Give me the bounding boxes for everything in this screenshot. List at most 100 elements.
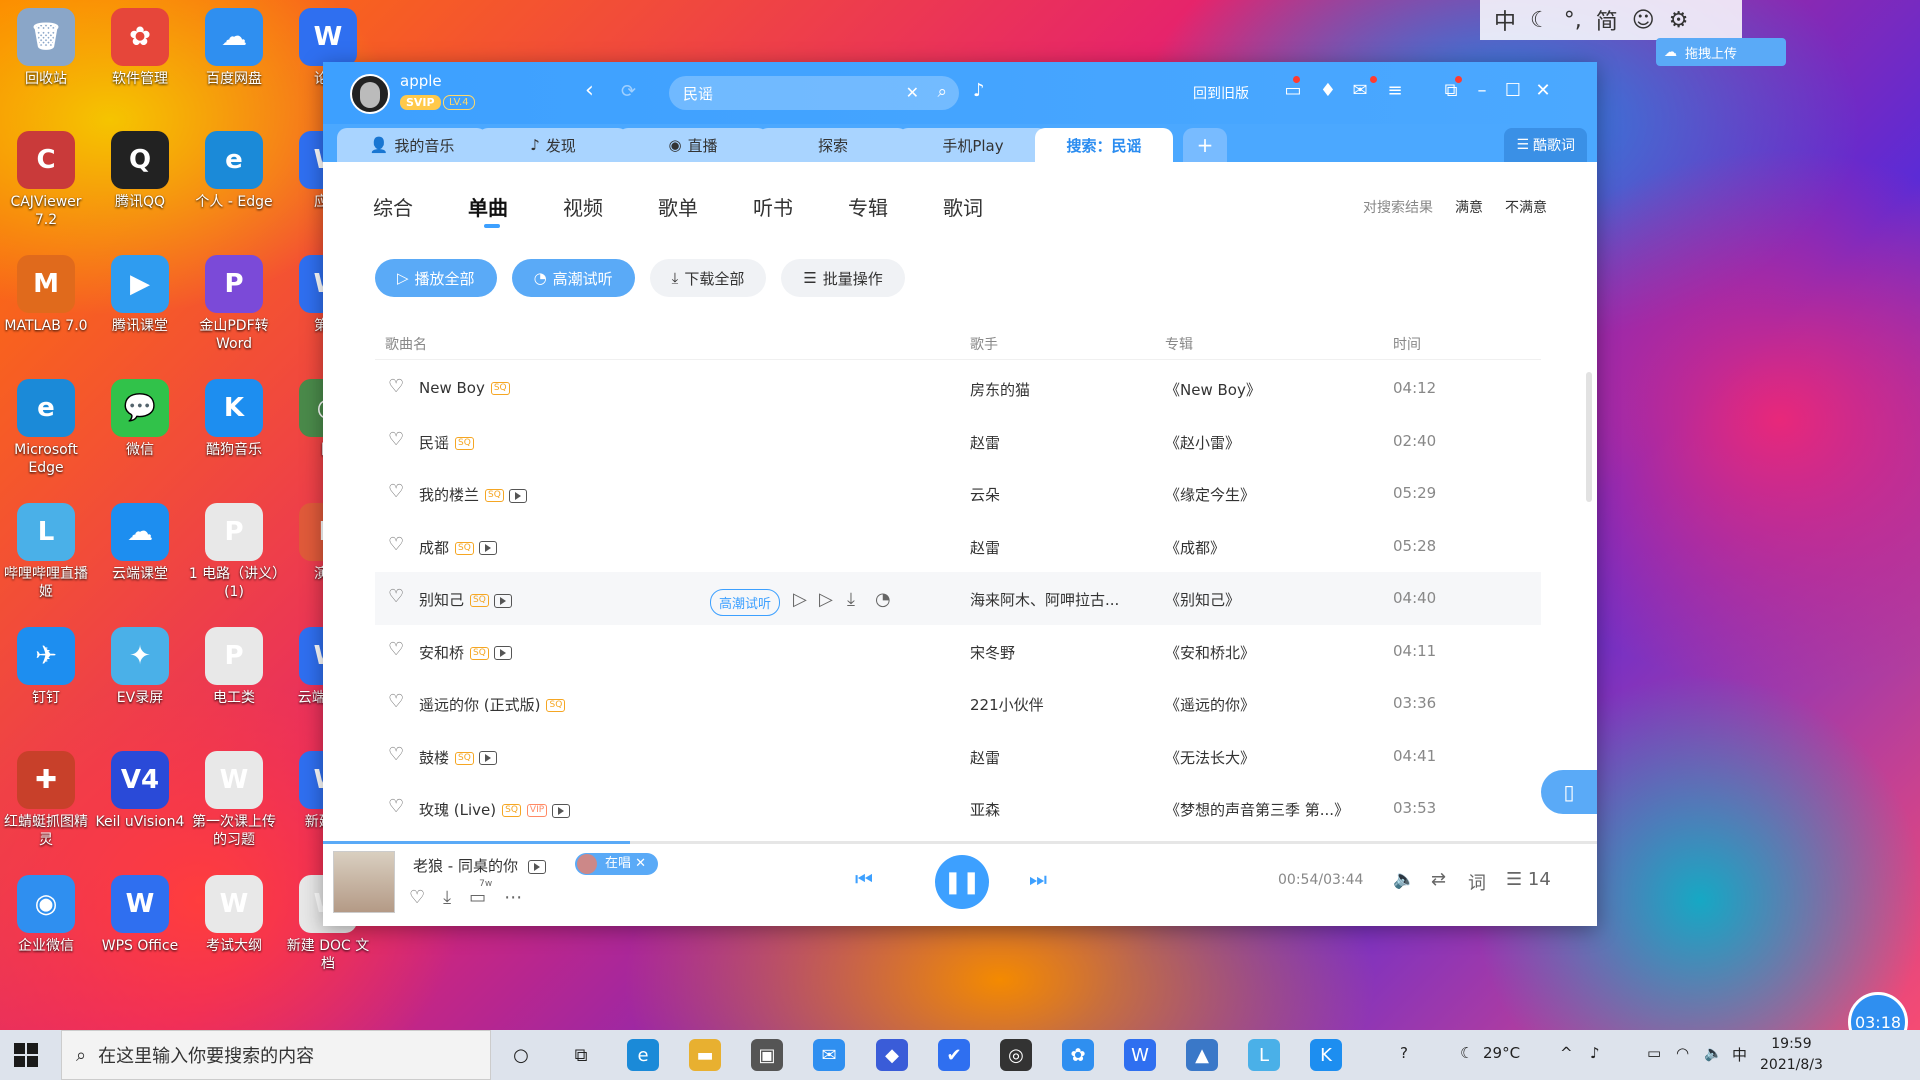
mail-icon[interactable]: ✉ — [1348, 80, 1372, 101]
taskbar-search[interactable]: ⌕ 在这里输入你要搜索的内容 — [61, 1030, 491, 1080]
close-icon[interactable]: ✕ — [1531, 80, 1555, 101]
cortana-icon[interactable]: ○ — [505, 1039, 537, 1071]
wps-icon[interactable]: W — [1124, 1039, 1156, 1071]
satisfied-button[interactable]: 满意 — [1455, 197, 1483, 217]
file-explorer-icon[interactable]: ▬ — [689, 1039, 721, 1071]
photos-icon[interactable]: ▲ — [1186, 1039, 1218, 1071]
maximize-icon[interactable]: ☐ — [1501, 80, 1525, 101]
screen-icon[interactable]: ▭ — [1281, 80, 1305, 101]
playlist-button[interactable]: ☰ 14 — [1506, 869, 1551, 890]
ime-item[interactable]: ☺ — [1632, 8, 1655, 33]
baidu-upload-button[interactable]: ☁ 拖拽上传 — [1656, 38, 1786, 66]
more-icon[interactable]: ◔ — [875, 589, 891, 610]
song-row[interactable]: ♡ 遥远的你 (正式版) SQ 221小伙伴 《遥远的你》 03:36 — [375, 677, 1541, 730]
song-title-cell[interactable]: 玫瑰 (Live) SQ VIP — [419, 799, 571, 820]
desktop-icon[interactable]: W WPS Office — [94, 869, 186, 987]
song-row[interactable]: ♡ 我的楼兰 SQ 云朵 《缘定今生》 05:29 — [375, 467, 1541, 520]
like-icon[interactable]: ♡ — [388, 796, 404, 817]
user-name[interactable]: apple — [400, 72, 442, 90]
song-album[interactable]: 《别知己》 — [1165, 589, 1240, 610]
mv-icon[interactable] — [493, 646, 512, 660]
song-album[interactable]: 《遥远的你》 — [1165, 694, 1255, 715]
desktop-icon[interactable]: V4 Keil uVision4 — [94, 745, 186, 863]
category-tab[interactable]: 歌词 — [943, 192, 1038, 221]
song-title-cell[interactable]: 别知己 SQ — [419, 589, 512, 610]
desktop-icon[interactable]: P 1 电路（讲义）(1) — [188, 497, 280, 615]
song-album[interactable]: 《安和桥北》 — [1165, 642, 1255, 663]
download-icon[interactable]: ⤓ — [847, 589, 855, 610]
like-icon[interactable]: ♡ — [388, 691, 404, 712]
ime-toolbar[interactable]: 中 ☾ °, 简 ☺ ⚙ — [1480, 0, 1742, 40]
song-title-cell[interactable]: 安和桥 SQ — [419, 642, 512, 663]
category-tab[interactable]: 听书 — [753, 192, 848, 221]
song-title-cell[interactable]: New Boy SQ — [419, 379, 510, 397]
like-icon[interactable]: ♡ — [388, 481, 404, 502]
back-icon[interactable]: ‹ — [585, 78, 594, 103]
battery-icon[interactable]: ▭ — [1647, 1044, 1661, 1062]
song-artist[interactable]: 赵雷 — [970, 432, 1000, 453]
desktop-icon[interactable]: ✚ 红蜻蜓抓图精灵 — [0, 745, 92, 863]
song-album[interactable]: 《缘定今生》 — [1165, 484, 1255, 505]
ime-item[interactable]: ☾ — [1530, 8, 1550, 33]
singing-badge[interactable]: 在唱 ✕ — [575, 853, 659, 875]
song-album[interactable]: 《成都》 — [1165, 537, 1225, 558]
song-artist[interactable]: 云朵 — [970, 484, 1000, 505]
baidu-netdisk-icon[interactable]: ✿ — [1062, 1039, 1094, 1071]
ime-item[interactable]: °, — [1564, 8, 1582, 33]
highlight-listen-button[interactable]: ◔ 高潮试听 — [511, 259, 635, 297]
tab-2[interactable]: ◉ 直播 — [618, 128, 768, 162]
mv-icon[interactable] — [478, 541, 497, 555]
feishu-icon[interactable]: ✔ — [938, 1039, 970, 1071]
previous-icon[interactable]: ⏮ — [855, 867, 873, 891]
desktop-icon[interactable]: ✿ 软件管理 — [94, 2, 186, 120]
scrollbar[interactable] — [1586, 372, 1592, 502]
desktop-icon[interactable]: e Microsoft Edge — [0, 373, 92, 491]
search-input[interactable] — [683, 76, 883, 110]
desktop-icon[interactable]: ☁ 百度网盘 — [188, 2, 280, 120]
new-tab-button[interactable]: + — [1183, 128, 1227, 162]
desktop-icon[interactable]: 💬 微信 — [94, 373, 186, 491]
song-row[interactable]: ♡ 鼓楼 SQ 赵雷 《无法长大》 04:41 — [375, 730, 1541, 783]
comment-icon[interactable]: ▭ 7w — [469, 879, 492, 908]
old-version-link[interactable]: 回到旧版 — [1193, 83, 1249, 103]
song-album[interactable]: 《梦想的声音第三季 第...》 — [1165, 799, 1349, 820]
row-highlight-button[interactable]: 高潮试听 — [710, 589, 781, 616]
speaker-icon[interactable]: 🔈 — [1704, 1044, 1723, 1062]
add-next-icon[interactable]: ▷ — [819, 589, 833, 610]
volume-icon[interactable]: 🔈 — [1393, 869, 1415, 890]
download-icon[interactable]: ⤓ — [443, 887, 451, 908]
clock[interactable]: 19:59 2021/8/3 — [1760, 1034, 1823, 1076]
mv-icon[interactable] — [478, 751, 497, 765]
weather-text[interactable]: 29°C — [1483, 1044, 1520, 1062]
minimize-icon[interactable]: – — [1470, 80, 1494, 101]
like-icon[interactable]: ♡ — [388, 586, 404, 607]
tab-4[interactable]: 手机Play — [898, 128, 1048, 162]
mv-icon[interactable] — [552, 803, 571, 818]
tab-0[interactable]: 👤 我的音乐 — [337, 128, 487, 162]
song-row[interactable]: ♡ 民谣 SQ 赵雷 《赵小雷》 02:40 — [375, 415, 1541, 468]
tab-3[interactable]: 探索 — [758, 128, 908, 162]
song-title-cell[interactable]: 民谣 SQ — [419, 432, 474, 453]
song-row[interactable]: ♡ New Boy SQ 房东的猫 《New Boy》 04:12 — [375, 362, 1541, 415]
desktop-icon[interactable]: e 个人 - Edge — [188, 125, 280, 243]
song-album[interactable]: 《New Boy》 — [1165, 379, 1261, 400]
song-title-cell[interactable]: 成都 SQ — [419, 537, 497, 558]
song-title-cell[interactable]: 我的楼兰 SQ — [419, 484, 527, 505]
like-icon[interactable]: ♡ — [409, 887, 425, 908]
category-tab[interactable]: 歌单 — [658, 192, 753, 221]
tray-expand-icon[interactable]: ^ — [1560, 1044, 1573, 1062]
like-icon[interactable]: ♡ — [388, 744, 404, 765]
desktop-lyric-button[interactable]: ☰ 酷歌词 — [1504, 128, 1587, 162]
unsatisfied-button[interactable]: 不满意 — [1505, 197, 1547, 217]
ime-indicator[interactable]: 中 — [1732, 1044, 1747, 1065]
progress-bar[interactable] — [323, 841, 1597, 844]
repeat-icon[interactable]: ⇄ — [1431, 869, 1446, 890]
more-icon[interactable]: ⋯ — [504, 887, 522, 908]
desktop-icon[interactable]: W 考试大纲 — [188, 869, 280, 987]
desktop-icon[interactable]: ✈ 钉钉 — [0, 621, 92, 739]
song-artist[interactable]: 海来阿木、阿呷拉古... — [970, 589, 1119, 610]
mic-icon[interactable]: ♪ — [1590, 1044, 1600, 1062]
desktop-icon[interactable]: ✦ EV录屏 — [94, 621, 186, 739]
download-all-button[interactable]: ⤓ 下载全部 — [649, 259, 767, 297]
album-cover[interactable] — [333, 851, 395, 913]
